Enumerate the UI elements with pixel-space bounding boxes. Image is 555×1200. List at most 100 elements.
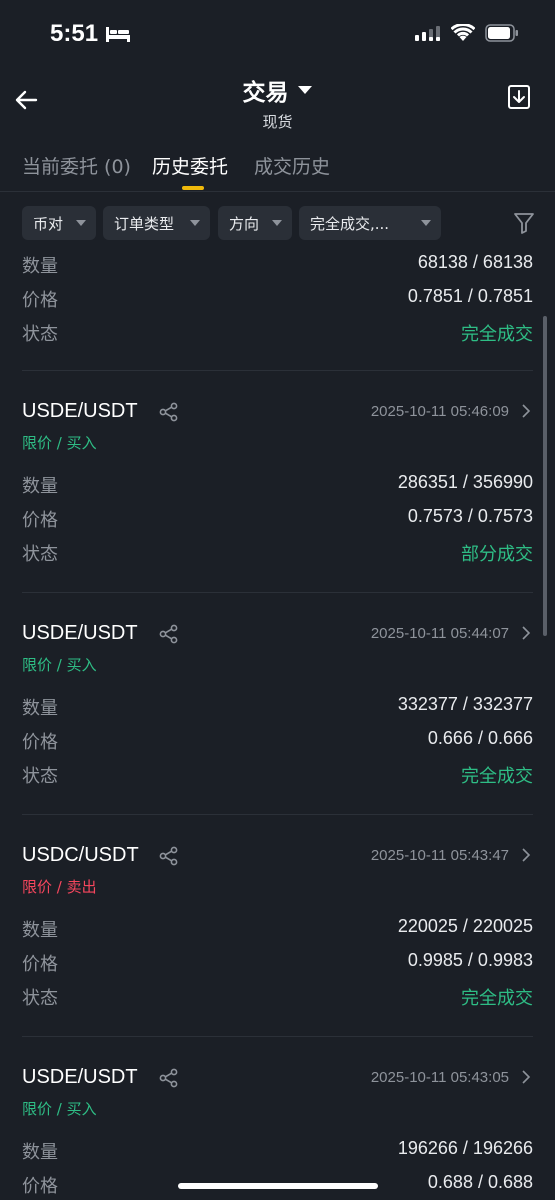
quantity-label: 数量	[22, 256, 58, 277]
order-card-header[interactable]: USDE/USDT 2025-10-11 05:43:05 限价 / 买入	[22, 1066, 533, 1126]
caret-down-icon	[76, 220, 86, 226]
order-time: 2025-10-11 05:43:47	[370, 847, 509, 864]
order-quantity-row: 数量 196266 / 196266	[22, 1138, 533, 1163]
quantity-label: 数量	[22, 476, 58, 497]
order-pair: USDE/USDT	[22, 622, 138, 644]
page-subtitle: 现货	[262, 113, 293, 131]
status-label: 状态	[22, 324, 58, 345]
share-icon[interactable]	[159, 1068, 179, 1088]
filter-order-type[interactable]: 订单类型	[103, 206, 210, 240]
filter-pair-label: 币对	[33, 214, 64, 233]
order-time: 2025-10-11 05:44:07	[370, 625, 509, 642]
quantity-value: 332377 / 332377	[397, 694, 533, 714]
chevron-right-icon[interactable]	[521, 404, 531, 418]
price-label: 价格	[22, 510, 58, 531]
order-card-header[interactable]: USDE/USDT 2025-10-11 05:44:07 限价 / 买入	[22, 622, 533, 682]
status-value: 完全成交	[461, 766, 533, 787]
navigation-bar: 交易 现货	[0, 72, 555, 132]
price-label: 价格	[22, 290, 58, 311]
tab-open-orders[interactable]: 当前委托 (0)	[22, 152, 131, 179]
order-quantity-row: 数量 286351 / 356990	[22, 472, 533, 497]
order-card-header[interactable]: USDC/USDT 2025-10-11 05:43:47 限价 / 卖出	[22, 844, 533, 904]
price-label: 价格	[22, 732, 58, 753]
filter-bar: 币对 订单类型 方向 完全成交,...	[22, 206, 535, 240]
status-bar: 5:51	[0, 0, 555, 72]
nav-title-group[interactable]: 交易 现货	[0, 72, 555, 132]
triangle-down-icon	[297, 86, 312, 94]
filter-status[interactable]: 完全成交,...	[299, 206, 441, 240]
order-quantity-row: 数量 332377 / 332377	[22, 694, 533, 719]
quantity-value: 286351 / 356990	[397, 472, 533, 492]
order-pair: USDE/USDT	[22, 1066, 138, 1088]
order-type: 限价 / 买入	[22, 434, 97, 452]
order-status-row: 状态 部分成交	[22, 540, 533, 565]
status-value: 完全成交	[461, 324, 533, 345]
status-label: 状态	[22, 544, 58, 565]
signal-icon	[415, 26, 440, 41]
quantity-value: 68138 / 68138	[417, 252, 533, 272]
share-icon[interactable]	[159, 846, 179, 866]
price-value: 0.7851 / 0.7851	[407, 286, 533, 306]
order-card-header[interactable]: USDE/USDT 2025-10-11 05:46:09 限价 / 买入	[22, 400, 533, 460]
order-price-row: 价格 0.7573 / 0.7573	[22, 506, 533, 531]
order-quantity-row: 数量 220025 / 220025	[22, 916, 533, 941]
page-title[interactable]: 交易	[243, 73, 313, 107]
order-pair: USDE/USDT	[22, 400, 138, 422]
quantity-label: 数量	[22, 698, 58, 719]
sleep-mode-icon	[106, 27, 130, 42]
tab-order-history[interactable]: 历史委托	[152, 152, 228, 179]
order-price-row: 价格 0.666 / 0.666	[22, 728, 533, 753]
share-icon[interactable]	[159, 624, 179, 644]
chevron-right-icon[interactable]	[521, 848, 531, 862]
status-indicators	[415, 24, 519, 42]
status-value: 部分成交	[461, 544, 533, 565]
active-tab-indicator	[182, 186, 204, 190]
status-label: 状态	[22, 988, 58, 1009]
status-label: 状态	[22, 766, 58, 787]
chevron-right-icon[interactable]	[521, 626, 531, 640]
order-status-row: 状态 完全成交	[22, 762, 533, 787]
chevron-right-icon[interactable]	[521, 1070, 531, 1084]
order-list: 数量 68138 / 68138 价格 0.7851 / 0.7851 状态 完…	[0, 246, 555, 1200]
order-quantity-row: 数量 68138 / 68138	[22, 252, 533, 277]
share-icon[interactable]	[159, 402, 179, 422]
price-value: 0.688 / 0.688	[427, 1172, 533, 1192]
home-indicator[interactable]	[178, 1183, 378, 1189]
caret-down-icon	[190, 220, 200, 226]
download-icon[interactable]	[507, 83, 531, 111]
scrollbar[interactable]	[543, 316, 547, 636]
page-title-label: 交易	[242, 80, 289, 106]
filter-pair[interactable]: 币对	[22, 206, 96, 240]
battery-icon	[485, 24, 518, 42]
divider	[22, 370, 533, 371]
order-price-row: 价格 0.9985 / 0.9983	[22, 950, 533, 975]
price-value: 0.666 / 0.666	[427, 728, 533, 748]
quantity-label: 数量	[22, 920, 58, 941]
order-tabs: 当前委托 (0) 历史委托 成交历史	[0, 140, 555, 192]
price-label: 价格	[22, 954, 58, 975]
quantity-value: 196266 / 196266	[397, 1138, 533, 1158]
order-type: 限价 / 买入	[22, 656, 97, 674]
order-type: 限价 / 买入	[22, 1100, 97, 1118]
order-pair: USDC/USDT	[22, 844, 139, 866]
order-type: 限价 / 卖出	[22, 878, 97, 896]
filter-direction-label: 方向	[229, 214, 260, 233]
status-time: 5:51	[50, 20, 99, 47]
filter-status-label: 完全成交,...	[310, 214, 390, 233]
quantity-value: 220025 / 220025	[397, 916, 533, 936]
filter-icon[interactable]	[513, 211, 535, 235]
order-price-row: 价格 0.7851 / 0.7851	[22, 286, 533, 311]
tab-trade-history[interactable]: 成交历史	[254, 152, 330, 179]
caret-down-icon	[272, 220, 282, 226]
quantity-label: 数量	[22, 1142, 58, 1163]
order-status-row: 状态 完全成交	[22, 320, 533, 345]
filter-order-type-label: 订单类型	[114, 214, 175, 233]
divider	[22, 814, 533, 815]
status-value: 完全成交	[461, 988, 533, 1009]
caret-down-icon	[421, 220, 431, 226]
divider	[22, 1036, 533, 1037]
price-value: 0.9985 / 0.9983	[407, 950, 533, 970]
wifi-icon	[451, 24, 475, 41]
price-value: 0.7573 / 0.7573	[407, 506, 533, 526]
filter-direction[interactable]: 方向	[218, 206, 292, 240]
